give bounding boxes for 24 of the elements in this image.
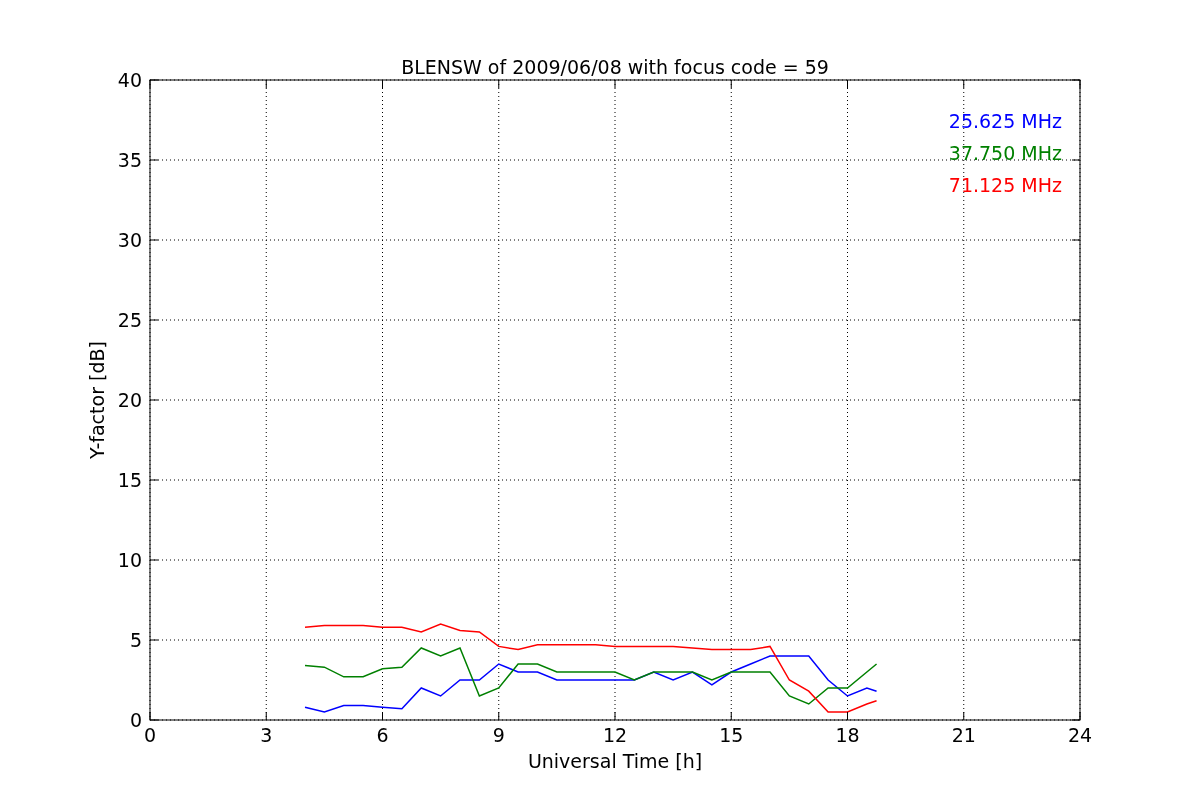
legend-label: 71.125 MHz	[948, 174, 1062, 196]
y-tick-label: 10	[117, 549, 142, 571]
y-tick-label: 30	[117, 229, 142, 251]
legend-label: 25.625 MHz	[948, 110, 1062, 132]
y-tick-label: 25	[117, 309, 142, 331]
x-tick-label: 9	[492, 724, 505, 746]
y-tick-label: 35	[117, 149, 142, 171]
x-tick-label: 24	[1067, 724, 1093, 746]
x-tick-label: 21	[951, 724, 976, 746]
x-axis-label: Universal Time [h]	[527, 750, 703, 772]
y-tick-label: 20	[117, 389, 142, 411]
y-tick-label: 40	[117, 69, 142, 91]
chart-title: BLENSW of 2009/06/08 with focus code = 59	[401, 56, 829, 78]
y-tick-label: 0	[129, 709, 142, 731]
y-axis-label: Y-factor [dB]	[86, 341, 108, 459]
x-tick-label: 6	[376, 724, 389, 746]
x-tick-label: 18	[835, 724, 860, 746]
x-tick-label: 3	[260, 724, 273, 746]
x-tick-label: 12	[602, 724, 628, 746]
y-tick-label: 15	[117, 469, 142, 491]
y-tick-label: 5	[129, 629, 142, 651]
legend-label: 37.750 MHz	[948, 142, 1062, 164]
x-tick-label: 0	[143, 724, 157, 746]
x-tick-label: 15	[719, 724, 744, 746]
